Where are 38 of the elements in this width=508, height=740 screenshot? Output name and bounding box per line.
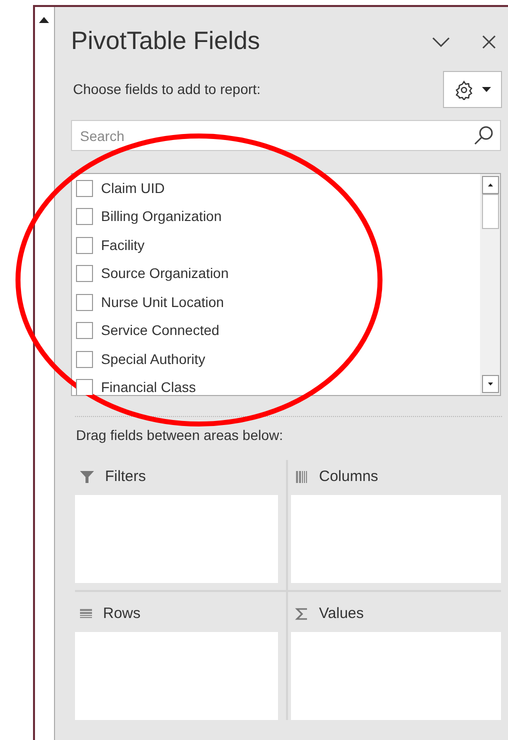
field-checkbox[interactable] [76, 265, 93, 282]
areas-instruction: Drag fields between areas below: [76, 426, 284, 445]
field-checkbox[interactable] [76, 236, 93, 254]
close-icon[interactable] [482, 35, 496, 49]
search-field[interactable]: Search [71, 120, 501, 151]
area-label: Columns [319, 466, 378, 487]
area-label: Filters [105, 466, 146, 487]
settings-button[interactable] [443, 71, 502, 108]
search-icon[interactable] [473, 124, 495, 146]
filter-icon [79, 469, 95, 485]
field-label: Special Authority [101, 350, 206, 369]
field-checkbox[interactable] [76, 294, 93, 311]
area-label: Values [319, 604, 364, 624]
field-checkbox[interactable] [76, 180, 93, 197]
field-label: Financial Class [101, 378, 196, 395]
field-label: Billing Organization [101, 207, 222, 226]
field-checkbox[interactable] [76, 350, 93, 368]
scroll-up-icon[interactable] [39, 17, 49, 23]
field-label: Service Connected [101, 321, 220, 340]
scroll-thumb[interactable] [482, 194, 498, 229]
field-label: Claim UID [101, 178, 165, 198]
rows-icon [79, 607, 93, 621]
sigma-icon [295, 607, 309, 621]
settings-icon [454, 80, 474, 100]
chevron-down-icon[interactable] [432, 37, 450, 47]
scroll-up-icon[interactable] [482, 176, 498, 194]
panel-title: PivotTable Fields [71, 26, 261, 58]
columns-icon [295, 470, 309, 484]
instruction-text: Choose fields to add to report: [73, 80, 262, 99]
field-checkbox[interactable] [76, 208, 93, 226]
field-checkbox[interactable] [76, 379, 93, 395]
dropdown-caret-icon [482, 87, 491, 92]
field-label: Nurse Unit Location [101, 292, 224, 312]
field-label: Facility [101, 236, 145, 255]
field-checkbox[interactable] [76, 322, 93, 340]
field-label: Source Organization [101, 264, 229, 284]
scroll-down-icon[interactable] [482, 375, 498, 393]
area-label: Rows [103, 604, 141, 624]
